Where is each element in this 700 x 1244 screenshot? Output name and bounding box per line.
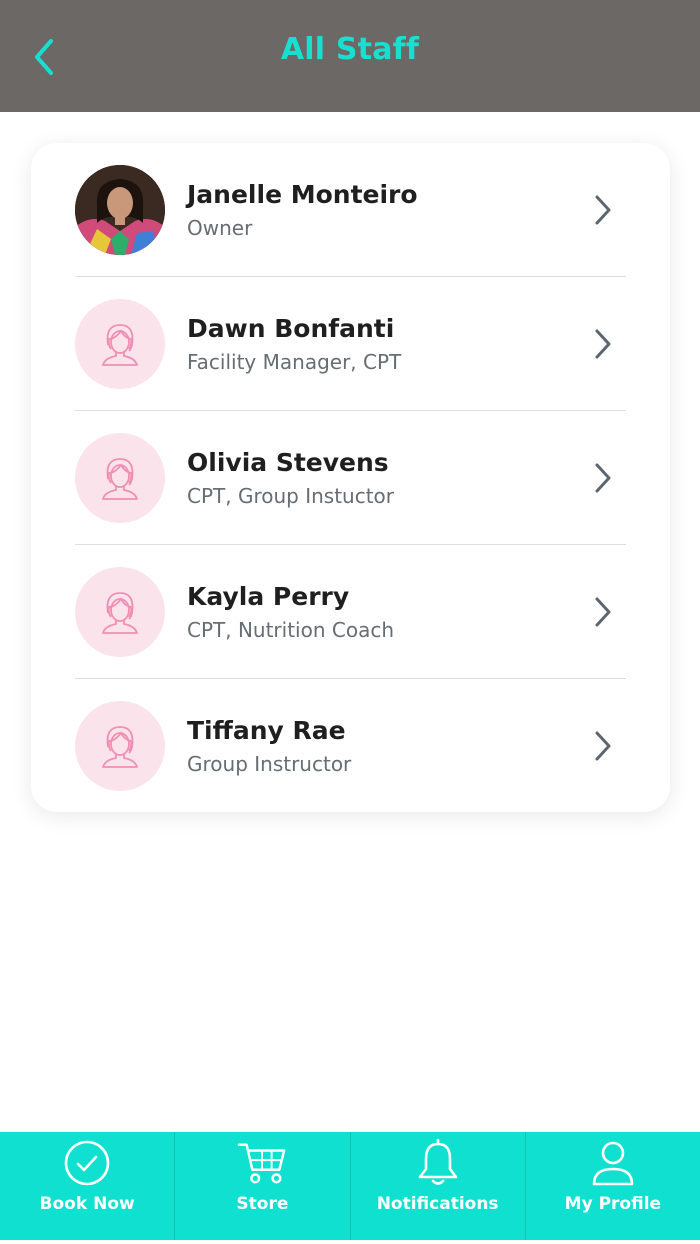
avatar-photo <box>75 164 165 255</box>
staff-name: Janelle Monteiro <box>187 179 418 209</box>
tab-notifications[interactable]: Notifications <box>351 1132 526 1244</box>
check-circle-icon <box>64 1140 110 1186</box>
top-app-bar: All Staff <box>0 0 700 112</box>
staff-row-olivia-stevens[interactable]: Olivia Stevens CPT, Group Instuctor <box>75 411 626 545</box>
cart-icon <box>238 1143 286 1184</box>
staff-role: CPT, Nutrition Coach <box>187 617 395 642</box>
bottom-safe-area <box>0 1240 700 1244</box>
staff-name: Olivia Stevens <box>187 447 389 477</box>
tab-label: Store <box>236 1194 289 1214</box>
female-placeholder-icon <box>75 432 165 523</box>
female-placeholder-icon <box>75 298 165 389</box>
staff-name: Tiffany Rae <box>187 716 346 745</box>
page-title: All Staff <box>280 32 420 67</box>
staff-row-janelle-monteiro[interactable]: Janelle Monteiro Owner <box>75 143 626 277</box>
chevron-right-icon <box>595 195 611 224</box>
staff-role: CPT, Group Instuctor <box>187 483 395 508</box>
tab-label: Notifications <box>376 1194 499 1214</box>
staff-role: Facility Manager, CPT <box>187 349 402 374</box>
staff-role: Owner <box>187 215 253 240</box>
chevron-right-icon <box>595 597 611 626</box>
chevron-right-icon <box>595 329 611 358</box>
tab-label: My Profile <box>564 1194 662 1214</box>
staff-name: Dawn Bonfanti <box>187 313 395 343</box>
staff-name: Kayla Perry <box>187 581 350 611</box>
staff-role: Group Instructor <box>187 752 352 776</box>
staff-list: Janelle Monteiro Owner Dawn Bonfanti Fac… <box>31 143 670 812</box>
staff-row-dawn-bonfanti[interactable]: Dawn Bonfanti Facility Manager, CPT <box>75 277 626 411</box>
chevron-right-icon <box>595 731 611 761</box>
tab-my-profile[interactable]: My Profile <box>526 1132 700 1244</box>
tab-book-now[interactable]: Book Now <box>0 1132 176 1244</box>
female-placeholder-icon <box>75 566 165 657</box>
tab-store[interactable]: Store <box>175 1132 351 1244</box>
bell-icon <box>418 1139 457 1185</box>
user-icon <box>592 1141 634 1186</box>
bottom-tab-bar: Book Now Store Notifications My Profile <box>0 1132 700 1244</box>
chevron-right-icon <box>595 463 611 492</box>
staff-row-tiffany-rae[interactable]: Tiffany Rae Group Instructor <box>75 679 626 813</box>
tab-label: Book Now <box>39 1194 135 1214</box>
staff-row-kayla-perry[interactable]: Kayla Perry CPT, Nutrition Coach <box>75 545 626 679</box>
female-placeholder-icon <box>75 701 165 791</box>
